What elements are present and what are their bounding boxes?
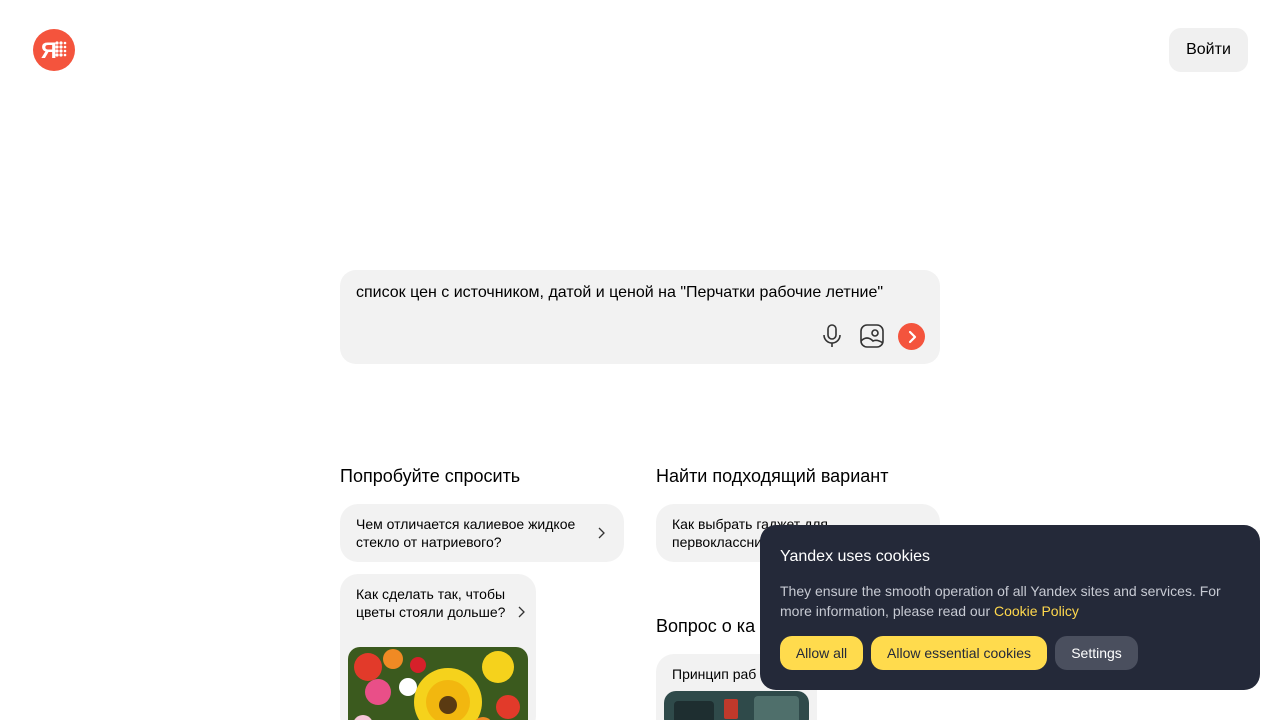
yandex-ya-logo-icon: Я — [41, 38, 67, 63]
send-button[interactable] — [898, 323, 925, 350]
search-input[interactable]: список цен с источником, датой и ценой н… — [356, 283, 883, 303]
send-arrow-icon — [908, 330, 916, 343]
cookie-banner-title: Yandex uses cookies — [780, 548, 931, 565]
microphone-icon[interactable] — [818, 322, 846, 350]
chip-label: Как сделать так, чтобы цветы стояли доль… — [356, 586, 506, 620]
svg-text:Я: Я — [41, 38, 57, 63]
cookie-banner: Yandex uses cookies They ensure the smoo… — [760, 525, 1260, 690]
section-title-find-option: Найти подходящий вариант — [656, 466, 889, 486]
suggestion-chip[interactable]: Чем отличается калиевое жидкое стекло от… — [340, 504, 624, 562]
cookie-policy-link[interactable]: Cookie Policy — [994, 603, 1079, 619]
image-search-icon[interactable] — [858, 322, 886, 350]
chevron-right-icon — [598, 527, 605, 539]
yandex-logo[interactable]: Я — [33, 29, 75, 71]
flowers-image — [348, 647, 528, 720]
chip-label: Чем отличается калиевое жидкое стекло от… — [356, 516, 576, 550]
allow-all-button[interactable]: Allow all — [780, 636, 863, 670]
chevron-right-icon — [518, 606, 525, 618]
cookie-banner-text: They ensure the smooth operation of all … — [780, 581, 1240, 621]
section-title-try-ask: Попробуйте спросить — [340, 466, 521, 486]
section-title-question: Вопрос о ка — [656, 616, 756, 636]
cookie-settings-button[interactable]: Settings — [1055, 636, 1138, 670]
search-box[interactable]: список цен с источником, датой и ценой н… — [340, 270, 940, 364]
allow-essential-cookies-button[interactable]: Allow essential cookies — [871, 636, 1047, 670]
login-button[interactable]: Войти — [1169, 28, 1248, 72]
gadget-image — [664, 691, 809, 720]
